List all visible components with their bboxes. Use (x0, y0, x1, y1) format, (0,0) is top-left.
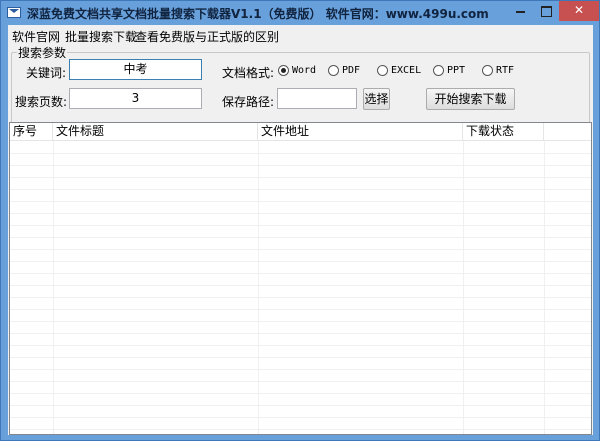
menu-item-official-site[interactable]: 软件官网 (12, 28, 60, 45)
format-radio-excel-label: EXCEL (391, 65, 422, 76)
grid-line (10, 153, 591, 154)
radio-unchecked-icon (482, 65, 493, 76)
grid-line (10, 177, 591, 178)
menu-item-batch-download[interactable]: 批量搜索下载 (65, 28, 137, 45)
mail-icon (7, 7, 21, 18)
maximize-button[interactable] (533, 1, 559, 21)
window-title: 深蓝免费文档共享文档批量搜索下载器V1.1（免费版） 软件官网：www.499u… (27, 7, 489, 21)
format-radio-rtf[interactable]: RTF (482, 65, 514, 76)
grid-line (10, 165, 591, 166)
grid-line (10, 237, 591, 238)
menu-bar: 软件官网 批量搜索下载 查看免费版与正式版的区别 (8, 25, 593, 45)
save-path-input[interactable] (277, 88, 357, 109)
grid-line (10, 309, 591, 310)
column-header-title[interactable]: 文件标题 (53, 123, 258, 141)
format-radio-ppt[interactable]: PPT (433, 65, 465, 76)
format-radio-pdf-label: PDF (342, 65, 361, 76)
radio-unchecked-icon (433, 65, 444, 76)
keyword-input[interactable]: 中考 (69, 59, 202, 80)
grid-line (10, 213, 591, 214)
results-table[interactable]: 序号 文件标题 文件地址 下载状态 (9, 122, 592, 435)
column-header-index[interactable]: 序号 (10, 123, 53, 141)
grid-column-line (544, 141, 545, 434)
keyword-label: 关键词: (26, 66, 67, 80)
grid-line (10, 369, 591, 370)
grid-line (10, 417, 591, 418)
grid-line (10, 357, 591, 358)
radio-checked-icon (278, 65, 289, 76)
format-radio-ppt-label: PPT (447, 65, 466, 76)
grid-line (10, 381, 591, 382)
pages-input[interactable]: 3 (69, 88, 202, 109)
grid-column-line (53, 141, 54, 434)
start-download-button[interactable]: 开始搜索下载 (426, 88, 515, 110)
column-header-url[interactable]: 文件地址 (258, 123, 463, 141)
grid-line (10, 333, 591, 334)
minimize-button[interactable] (507, 1, 533, 21)
main-window: 深蓝免费文档共享文档批量搜索下载器V1.1（免费版） 软件官网：www.499u… (0, 0, 600, 441)
grid-line (10, 405, 591, 406)
results-table-body (10, 141, 591, 434)
format-radio-rtf-label: RTF (496, 65, 515, 76)
format-radio-word[interactable]: Word (278, 65, 316, 76)
close-icon: ✕ (573, 3, 585, 17)
format-radio-pdf[interactable]: PDF (328, 65, 360, 76)
grid-column-line (258, 141, 259, 434)
search-params-label: 搜索参数 (17, 44, 68, 61)
grid-line (10, 321, 591, 322)
radio-unchecked-icon (377, 65, 388, 76)
format-radio-excel[interactable]: EXCEL (377, 65, 421, 76)
format-radio-word-label: Word (292, 65, 317, 76)
grid-line (10, 345, 591, 346)
grid-line (10, 189, 591, 190)
results-table-header: 序号 文件标题 文件地址 下载状态 (10, 123, 591, 141)
grid-column-line (463, 141, 464, 434)
menu-item-compare-versions[interactable]: 查看免费版与正式版的区别 (135, 28, 279, 45)
choose-path-button[interactable]: 选择 (363, 88, 390, 110)
radio-unchecked-icon (328, 65, 339, 76)
grid-line (10, 429, 591, 430)
grid-line (10, 201, 591, 202)
grid-line (10, 393, 591, 394)
pages-label: 搜索页数: (15, 95, 68, 109)
column-header-status[interactable]: 下载状态 (463, 123, 544, 141)
save-path-label: 保存路径: (222, 95, 275, 109)
grid-line (10, 273, 591, 274)
close-button[interactable]: ✕ (559, 1, 599, 21)
title-bar[interactable]: 深蓝免费文档共享文档批量搜索下载器V1.1（免费版） 软件官网：www.499u… (1, 1, 599, 25)
grid-line (10, 297, 591, 298)
grid-line (10, 225, 591, 226)
client-area: 软件官网 批量搜索下载 查看免费版与正式版的区别 搜索参数 关键词: 中考 文档… (8, 25, 593, 435)
grid-line (10, 261, 591, 262)
column-header-extra[interactable] (544, 123, 591, 141)
format-label: 文档格式: (222, 66, 275, 80)
grid-line (10, 285, 591, 286)
grid-line (10, 249, 591, 250)
